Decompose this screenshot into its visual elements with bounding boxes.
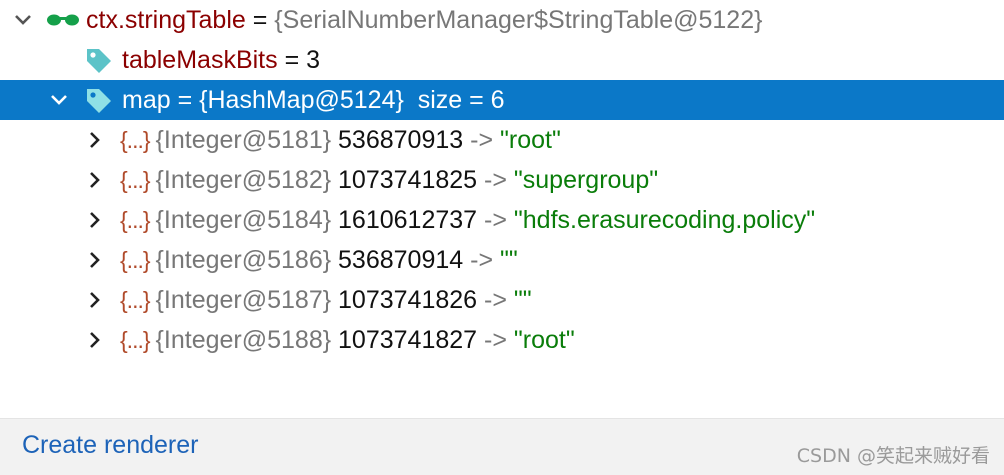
list-item[interactable]: {...} {Integer@5187} 1073741826 -> "" (0, 280, 1004, 320)
list-item[interactable]: {...} {Integer@5188} 1073741827 -> "root… (0, 320, 1004, 360)
braces-icon: {...} (120, 326, 151, 353)
braces-icon: {...} (120, 286, 151, 313)
map-size: size = 6 (403, 85, 505, 114)
entry-label: {...} {Integer@5187} 1073741826 -> "" (120, 280, 532, 320)
list-item[interactable]: {...} {Integer@5182} 1073741825 -> "supe… (0, 160, 1004, 200)
entry-label: {...} {Integer@5186} 536870914 -> "" (120, 240, 518, 280)
field-label: tableMaskBits = 3 (122, 40, 320, 80)
braces-icon: {...} (120, 206, 151, 233)
entry-label: {...} {Integer@5188} 1073741827 -> "root… (120, 320, 575, 360)
entry-label: {...} {Integer@5184} 1610612737 -> "hdfs… (120, 200, 815, 240)
entry-value: "supergroup" (513, 165, 659, 194)
list-item[interactable]: {...} {Integer@5186} 536870914 -> "" (0, 240, 1004, 280)
entry-key: 1073741827 (331, 325, 478, 354)
entry-type: {Integer@5181} (155, 125, 332, 154)
entry-key: 1073741825 (331, 165, 478, 194)
entry-key: 536870914 (331, 245, 464, 274)
root-label: ctx.stringTable = {SerialNumberManager$S… (86, 0, 762, 40)
entry-key: 536870913 (331, 125, 464, 154)
braces-icon: {...} (120, 166, 151, 193)
entry-key: 1073741826 (331, 285, 478, 314)
entry-value: "root" (500, 125, 561, 154)
chevron-right-icon[interactable] (82, 127, 108, 153)
chevron-right-icon[interactable] (82, 167, 108, 193)
entry-type: {Integer@5182} (155, 165, 332, 194)
entry-arrow: -> (477, 205, 514, 234)
entry-arrow: -> (477, 165, 514, 194)
entry-label: {...} {Integer@5181} 536870913 -> "root" (120, 120, 561, 160)
entry-arrow: -> (477, 285, 514, 314)
entry-type: {Integer@5187} (155, 285, 332, 314)
entry-arrow: -> (477, 325, 514, 354)
chevron-right-icon[interactable] (82, 327, 108, 353)
entry-type: {Integer@5186} (155, 245, 332, 274)
variable-type: {HashMap@5124} (199, 85, 404, 114)
tree-row-table-mask-bits[interactable]: tableMaskBits = 3 (0, 40, 1004, 80)
map-label: map = {HashMap@5124} size = 6 (122, 80, 505, 120)
watermark: CSDN @笑起来贼好看 (796, 445, 990, 467)
map-entries: {...} {Integer@5181} 536870913 -> "root"… (0, 120, 1004, 360)
variable-name: tableMaskBits (122, 45, 278, 74)
entry-type: {Integer@5188} (155, 325, 332, 354)
chevron-right-icon[interactable] (82, 207, 108, 233)
tag-icon (84, 86, 114, 114)
equals-sign: = (277, 45, 307, 74)
tree-row-root[interactable]: ctx.stringTable = {SerialNumberManager$S… (0, 0, 1004, 40)
entry-value: "" (513, 285, 532, 314)
variable-type: {SerialNumberManager$StringTable@5122} (274, 5, 763, 34)
tag-icon (84, 46, 114, 74)
equals-sign: = (170, 85, 200, 114)
chevron-right-icon[interactable] (82, 287, 108, 313)
entry-value: "root" (513, 325, 575, 354)
entry-label: {...} {Integer@5182} 1073741825 -> "supe… (120, 160, 658, 200)
entry-arrow: -> (463, 125, 500, 154)
entry-arrow: -> (463, 245, 500, 274)
entry-value: "hdfs.erasurecoding.policy" (513, 205, 816, 234)
chevron-right-icon[interactable] (82, 247, 108, 273)
variable-value: 3 (306, 45, 321, 74)
entry-key: 1610612737 (331, 205, 478, 234)
footer-bar: Create renderer CSDN @笑起来贼好看 (0, 418, 1004, 475)
entry-value: "" (500, 245, 518, 274)
tree-row-map[interactable]: map = {HashMap@5124} size = 6 (0, 80, 1004, 120)
chevron-down-icon[interactable] (10, 7, 36, 33)
variables-tree: ctx.stringTable = {SerialNumberManager$S… (0, 0, 1004, 360)
braces-icon: {...} (120, 126, 151, 153)
variable-name: ctx.stringTable (86, 5, 246, 34)
braces-icon: {...} (120, 246, 151, 273)
chevron-down-icon[interactable] (46, 87, 72, 113)
list-item[interactable]: {...} {Integer@5184} 1610612737 -> "hdfs… (0, 200, 1004, 240)
create-renderer-link[interactable]: Create renderer (22, 431, 198, 460)
glasses-icon (46, 8, 79, 36)
variable-name: map (122, 85, 171, 114)
list-item[interactable]: {...} {Integer@5181} 536870913 -> "root" (0, 120, 1004, 160)
equals-sign: = (245, 5, 275, 34)
entry-type: {Integer@5184} (155, 205, 332, 234)
